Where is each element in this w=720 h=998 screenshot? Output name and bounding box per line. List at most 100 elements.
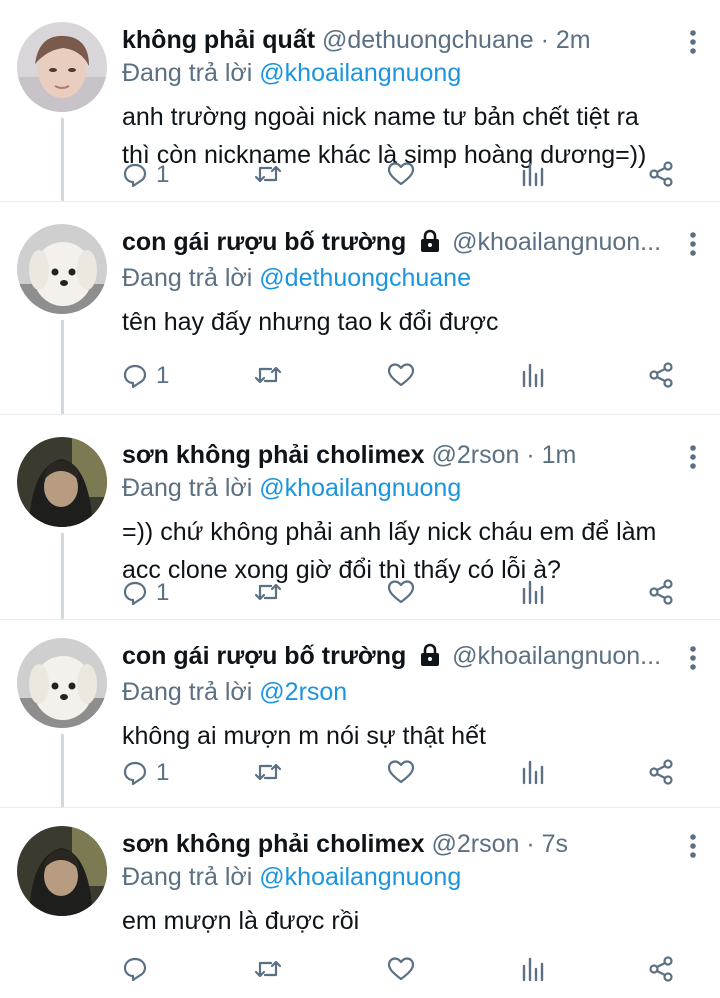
- display-name[interactable]: con gái rượu bố trường: [122, 642, 406, 670]
- reply-button[interactable]: 1: [122, 362, 169, 390]
- reply-icon: [122, 760, 148, 786]
- reply-icon: [122, 162, 148, 188]
- retweet-button[interactable]: [254, 759, 282, 785]
- user-handle[interactable]: @2rson: [432, 830, 520, 858]
- analytics-button[interactable]: [520, 161, 544, 187]
- replying-prefix: Đang trả lời: [122, 863, 253, 891]
- avatar[interactable]: [17, 638, 107, 728]
- tweet-body: con gái rượu bố trường @khoailangnuon...…: [122, 620, 720, 807]
- user-handle[interactable]: @dethuongchuane: [322, 26, 534, 54]
- like-button[interactable]: [387, 956, 415, 982]
- avatar[interactable]: [17, 826, 107, 916]
- timestamp[interactable]: 7s: [542, 830, 568, 858]
- avatar[interactable]: [17, 437, 107, 527]
- reply-button[interactable]: [122, 956, 156, 982]
- mention-link[interactable]: @khoailangnuong: [259, 59, 461, 87]
- thread-line: [61, 533, 64, 619]
- thread-line: [61, 320, 64, 414]
- like-button[interactable]: [387, 759, 415, 785]
- analytics-icon: [520, 579, 544, 605]
- display-name[interactable]: sơn không phải cholimex: [122, 830, 425, 858]
- analytics-button[interactable]: [520, 579, 544, 605]
- reply-button[interactable]: 1: [122, 161, 169, 189]
- avatar-column: [0, 808, 122, 998]
- display-name[interactable]: không phải quất: [122, 26, 315, 54]
- avatar-column: [0, 620, 122, 807]
- share-icon: [648, 759, 674, 785]
- replying-to: Đang trả lời @khoailangnuong: [122, 471, 702, 505]
- avatar[interactable]: [17, 224, 107, 314]
- like-button[interactable]: [387, 579, 415, 605]
- tweet-text: =)) chứ không phải anh lấy nick cháu em …: [122, 518, 657, 584]
- tweet-header: con gái rượu bố trường @khoailangnuon...: [122, 226, 662, 261]
- display-name[interactable]: sơn không phải cholimex: [122, 441, 425, 469]
- tweet-body: con gái rượu bố trường @khoailangnuon...…: [122, 202, 720, 414]
- thread-line: [61, 734, 64, 807]
- retweet-button[interactable]: [254, 161, 282, 187]
- share-button[interactable]: [648, 362, 674, 388]
- tweet[interactable]: con gái rượu bố trường @khoailangnuon...…: [0, 620, 720, 808]
- mention-link[interactable]: @dethuongchuane: [259, 264, 471, 292]
- action-bar: 1: [122, 362, 720, 392]
- like-button[interactable]: [387, 362, 415, 388]
- avatar-column: [0, 0, 122, 201]
- share-button[interactable]: [648, 759, 674, 785]
- share-icon: [648, 956, 674, 982]
- retweet-icon: [254, 579, 282, 605]
- display-name[interactable]: con gái rượu bố trường: [122, 228, 406, 256]
- share-button[interactable]: [648, 956, 674, 982]
- like-icon: [387, 161, 415, 187]
- analytics-icon: [520, 161, 544, 187]
- more-icon[interactable]: [690, 646, 696, 675]
- retweet-icon: [254, 759, 282, 785]
- retweet-icon: [254, 956, 282, 982]
- tweet[interactable]: sơn không phải cholimex @2rson · 7s Đang…: [0, 808, 720, 998]
- replying-to: Đang trả lời @khoailangnuong: [122, 860, 702, 894]
- analytics-icon: [520, 759, 544, 785]
- tweet-body: sơn không phải cholimex @2rson · 7s Đang…: [122, 808, 720, 998]
- tweet[interactable]: con gái rượu bố trường @khoailangnuon...…: [0, 202, 720, 415]
- share-button[interactable]: [648, 579, 674, 605]
- analytics-button[interactable]: [520, 362, 544, 388]
- action-bar: 1: [122, 759, 720, 789]
- user-handle[interactable]: @khoailangnuon...: [452, 228, 661, 256]
- more-icon[interactable]: [690, 834, 696, 863]
- retweet-button[interactable]: [254, 362, 282, 388]
- avatar[interactable]: [17, 22, 107, 112]
- lock-icon: [419, 229, 441, 261]
- replying-to: Đang trả lời @2rson: [122, 675, 702, 709]
- reply-count: 1: [156, 362, 170, 389]
- like-icon: [387, 956, 415, 982]
- share-button[interactable]: [648, 161, 674, 187]
- like-icon: [387, 579, 415, 605]
- timestamp[interactable]: 1m: [542, 441, 577, 469]
- reply-icon: [122, 956, 148, 982]
- reply-button[interactable]: 1: [122, 579, 169, 607]
- analytics-button[interactable]: [520, 759, 544, 785]
- reply-count: 1: [156, 579, 170, 606]
- tweet-text: không ai mượn m nói sự thật hết: [122, 722, 486, 750]
- tweet[interactable]: sơn không phải cholimex @2rson · 1m Đang…: [0, 415, 720, 620]
- user-handle[interactable]: @2rson: [432, 441, 520, 469]
- tweet-body: sơn không phải cholimex @2rson · 1m Đang…: [122, 415, 720, 619]
- thread-line: [61, 118, 64, 201]
- like-button[interactable]: [387, 161, 415, 187]
- timestamp[interactable]: 2m: [556, 26, 591, 54]
- mention-link[interactable]: @khoailangnuong: [259, 863, 461, 891]
- more-icon[interactable]: [690, 30, 696, 59]
- mention-link[interactable]: @2rson: [259, 678, 347, 706]
- more-icon[interactable]: [690, 232, 696, 261]
- tweet-header: sơn không phải cholimex @2rson · 7s: [122, 828, 662, 860]
- share-icon: [648, 579, 674, 605]
- user-handle[interactable]: @khoailangnuon...: [452, 642, 661, 670]
- reply-button[interactable]: 1: [122, 759, 169, 787]
- replying-prefix: Đang trả lời: [122, 474, 253, 502]
- retweet-button[interactable]: [254, 579, 282, 605]
- more-icon[interactable]: [690, 445, 696, 474]
- tweet[interactable]: không phải quất @dethuongchuane · 2m Đan…: [0, 0, 720, 202]
- retweet-button[interactable]: [254, 956, 282, 982]
- mention-link[interactable]: @khoailangnuong: [259, 474, 461, 502]
- analytics-button[interactable]: [520, 956, 544, 982]
- reply-icon: [122, 363, 148, 389]
- action-bar: 1: [122, 161, 720, 191]
